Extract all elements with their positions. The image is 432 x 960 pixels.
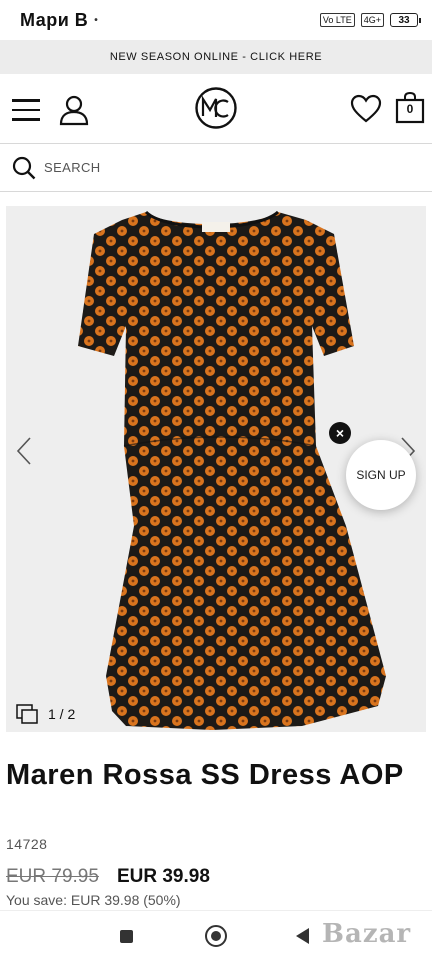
promo-text: NEW SEASON ONLINE - CLICK HERE — [109, 51, 323, 63]
product-title: Maren Rossa SS Dress AOP — [6, 759, 404, 791]
close-icon: × — [335, 425, 345, 441]
sale-price: EUR 39.98 — [116, 866, 210, 887]
search-input[interactable] — [44, 160, 344, 175]
signup-close-icon[interactable]: × — [329, 422, 351, 444]
menu-icon-line — [12, 118, 40, 121]
gallery-page-count: 1 / 2 — [48, 706, 76, 722]
brand-logo[interactable] — [194, 86, 238, 130]
network-icon: 4G+ — [360, 13, 384, 27]
battery-level: 33 — [398, 14, 410, 26]
chevron-left-icon[interactable] — [12, 434, 36, 468]
gallery-stack-icon — [16, 704, 38, 724]
bazar-watermark: Bazar — [322, 919, 412, 949]
home-icon[interactable] — [205, 925, 227, 947]
status-bar: Мари В • Vo LTE 4G+ 33 — [0, 0, 432, 40]
site-header: 0 — [0, 74, 432, 144]
promo-banner[interactable]: NEW SEASON ONLINE - CLICK HERE — [0, 40, 432, 74]
user-icon[interactable] — [58, 94, 90, 126]
status-overlay-name: Мари В — [20, 9, 89, 30]
back-icon[interactable] — [296, 928, 309, 944]
price-row: EUR 79.95 EUR 39.98 — [6, 866, 210, 888]
menu-icon-line — [12, 108, 40, 111]
battery-icon: 33 — [390, 13, 421, 27]
notification-dot: • — [94, 14, 98, 26]
product-sku: 14728 — [6, 836, 48, 852]
status-right: Vo LTE 4G+ 33 — [319, 13, 421, 27]
signup-button[interactable]: SIGN UP — [346, 440, 416, 510]
recent-apps-icon[interactable] — [120, 930, 133, 943]
shopping-bag-button[interactable]: 0 — [395, 91, 425, 124]
you-save-text: You save: EUR 39.98 (50%) — [6, 892, 181, 908]
menu-icon-line — [12, 99, 40, 102]
search-bar — [0, 144, 432, 192]
wishlist-heart-icon[interactable] — [350, 94, 382, 124]
bag-count-badge: 0 — [406, 102, 414, 116]
volte-icon: Vo LTE — [319, 13, 355, 27]
search-icon[interactable] — [12, 156, 36, 180]
status-left: Мари В • — [20, 10, 98, 31]
menu-button[interactable] — [12, 99, 42, 123]
original-price: EUR 79.95 — [6, 866, 99, 887]
signup-label: SIGN UP — [356, 468, 406, 482]
gallery-page-indicator: 1 / 2 — [16, 704, 75, 724]
system-nav-bar: Bazar — [0, 910, 432, 960]
